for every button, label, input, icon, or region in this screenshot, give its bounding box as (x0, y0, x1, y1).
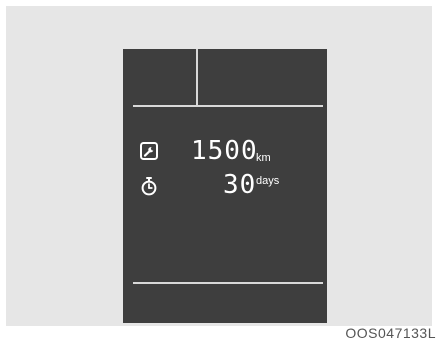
stopwatch-icon (139, 176, 159, 196)
service-distance-value: 1500 (191, 136, 258, 166)
service-time-value: 30 (223, 170, 257, 200)
bottom-divider (133, 282, 323, 284)
vertical-divider (196, 49, 198, 105)
top-divider (133, 105, 323, 107)
figure-code: OOS047133L (345, 325, 436, 341)
cluster-display: 1500 km 30 days (123, 49, 327, 323)
service-distance-unit: km (256, 152, 271, 164)
figure-frame: 1500 km 30 days (6, 6, 432, 326)
service-time-unit: days (256, 175, 280, 187)
wrench-icon (139, 141, 159, 161)
